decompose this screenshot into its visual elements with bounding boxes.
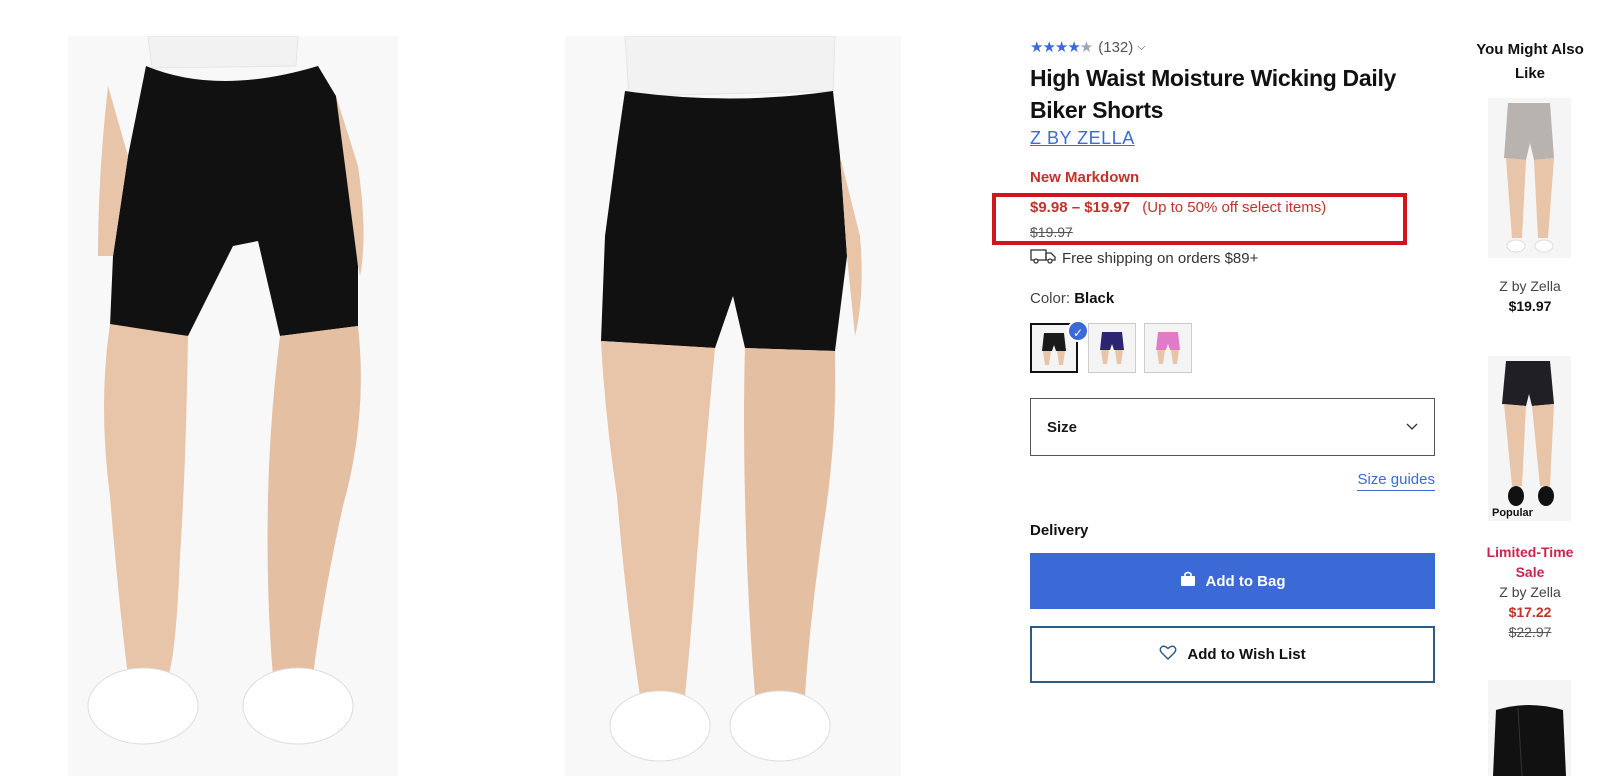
selected-check-icon: ✓ bbox=[1067, 320, 1089, 342]
rec-item-image[interactable] bbox=[1488, 680, 1571, 776]
product-image-back[interactable] bbox=[565, 36, 901, 776]
rating-count: (132) bbox=[1098, 38, 1134, 56]
rec-item-brand: Z by Zella bbox=[1499, 584, 1561, 600]
size-select[interactable]: Size bbox=[1030, 398, 1435, 456]
heart-icon bbox=[1159, 645, 1177, 665]
recommendations-title: You Might Also Like bbox=[1476, 41, 1584, 82]
add-to-wish-list-label: Add to Wish List bbox=[1187, 646, 1306, 663]
size-guides-link[interactable]: Size guides bbox=[1357, 471, 1435, 491]
rec-item-original-price: $22.97 bbox=[1508, 624, 1552, 640]
product-title: High Waist Moisture Wicking Daily Biker … bbox=[1030, 65, 1397, 123]
rec-item-brand: Z by Zella bbox=[1499, 278, 1561, 294]
price-note: (Up to 50% off select items) bbox=[1142, 199, 1327, 216]
product-image-front[interactable] bbox=[68, 36, 398, 776]
color-value: Black bbox=[1074, 290, 1115, 307]
size-select-label: Size bbox=[1047, 418, 1078, 436]
rec-item-price: $17.22 bbox=[1508, 604, 1552, 620]
rec-item-price: $19.97 bbox=[1508, 298, 1552, 314]
rec-item-sale-label: Limited-Time Sale bbox=[1486, 544, 1574, 580]
chevron-down-icon: ⌵ bbox=[1137, 40, 1146, 53]
color-label-text: Color: bbox=[1030, 290, 1071, 307]
add-to-bag-label: Add to Bag bbox=[1205, 572, 1286, 590]
truck-icon bbox=[1030, 248, 1056, 268]
price-range: $9.98 – $19.97 bbox=[1030, 199, 1131, 216]
add-to-bag-button[interactable]: Add to Bag bbox=[1030, 553, 1435, 609]
popular-badge: Popular bbox=[1492, 507, 1533, 519]
rec-item-image[interactable] bbox=[1488, 98, 1571, 258]
brand-link[interactable]: Z BY ZELLA bbox=[1030, 128, 1135, 149]
shipping-info: Free shipping on orders $89+ bbox=[1030, 248, 1258, 268]
delivery-heading: Delivery bbox=[1030, 522, 1089, 539]
add-to-wish-list-button[interactable]: Add to Wish List bbox=[1030, 626, 1435, 683]
chevron-down-icon bbox=[1406, 420, 1418, 434]
rating-stars-icon: ★★★★★ bbox=[1030, 39, 1093, 56]
price-line: $9.98 – $19.97 (Up to 50% off select ite… bbox=[1030, 199, 1326, 216]
markdown-label: New Markdown bbox=[1030, 169, 1140, 186]
rec-item-info[interactable]: Z by Zella $19.97 bbox=[1475, 276, 1585, 316]
color-swatch-navy[interactable] bbox=[1088, 323, 1136, 373]
shipping-text: Free shipping on orders $89+ bbox=[1062, 249, 1259, 267]
rec-item-info[interactable]: Limited-Time Sale Z by Zella $17.22 $22.… bbox=[1475, 542, 1585, 642]
rating-summary[interactable]: ★★★★★ (132) ⌵ bbox=[1030, 38, 1146, 57]
color-label: Color: Black bbox=[1030, 290, 1114, 307]
original-price: $19.97 bbox=[1030, 224, 1073, 240]
rec-item-image[interactable]: Popular bbox=[1488, 356, 1571, 521]
color-swatch-pink[interactable] bbox=[1144, 323, 1192, 373]
shopping-bag-icon bbox=[1180, 571, 1196, 591]
